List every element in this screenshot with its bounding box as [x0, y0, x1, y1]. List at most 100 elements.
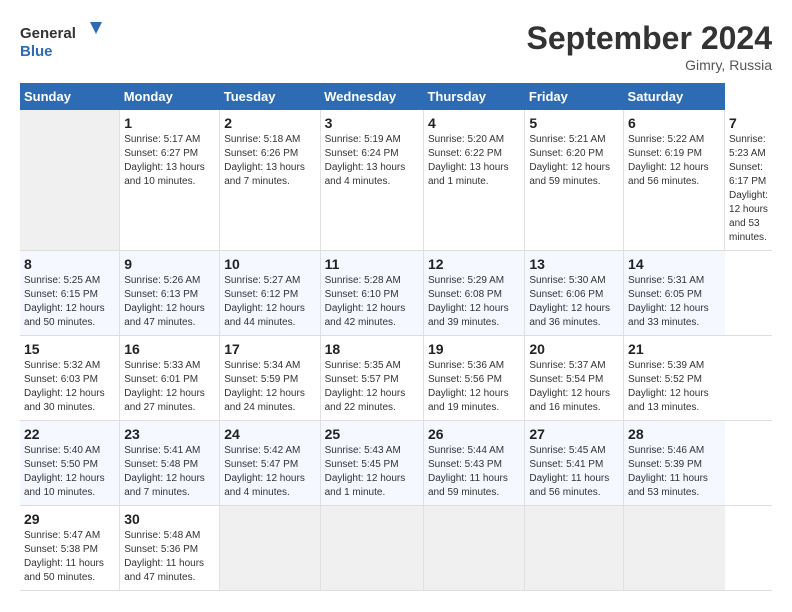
- col-monday: Monday: [120, 83, 220, 110]
- daylight: Daylight: 12 hours and 59 minutes.: [529, 162, 610, 187]
- calendar-cell: [423, 506, 524, 591]
- header-row: Sunday Monday Tuesday Wednesday Thursday…: [20, 83, 772, 110]
- calendar-week-1: 1 Sunrise: 5:17 AM Sunset: 6:27 PM Dayli…: [20, 110, 772, 251]
- daylight: Daylight: 12 hours and 22 minutes.: [325, 388, 406, 413]
- calendar-cell: 12 Sunrise: 5:29 AM Sunset: 6:08 PM Dayl…: [423, 251, 524, 336]
- day-number: 8: [24, 256, 115, 272]
- sunrise: Sunrise: 5:20 AM: [428, 134, 504, 145]
- day-number: 2: [224, 115, 315, 131]
- day-info: Sunrise: 5:42 AM Sunset: 5:47 PM Dayligh…: [224, 444, 315, 500]
- day-number: 29: [24, 511, 115, 527]
- sunset: Sunset: 5:45 PM: [325, 459, 399, 470]
- day-info: Sunrise: 5:32 AM Sunset: 6:03 PM Dayligh…: [24, 359, 115, 415]
- calendar-week-5: 29 Sunrise: 5:47 AM Sunset: 5:38 PM Dayl…: [20, 506, 772, 591]
- col-wednesday: Wednesday: [320, 83, 423, 110]
- sunrise: Sunrise: 5:19 AM: [325, 134, 401, 145]
- sunrise: Sunrise: 5:18 AM: [224, 134, 300, 145]
- calendar-cell: 19 Sunrise: 5:36 AM Sunset: 5:56 PM Dayl…: [423, 336, 524, 421]
- logo-general-text: General: [20, 25, 76, 42]
- calendar-cell: 10 Sunrise: 5:27 AM Sunset: 6:12 PM Dayl…: [220, 251, 320, 336]
- sunset: Sunset: 6:24 PM: [325, 148, 399, 159]
- calendar-cell: 17 Sunrise: 5:34 AM Sunset: 5:59 PM Dayl…: [220, 336, 320, 421]
- col-sunday: Sunday: [20, 83, 120, 110]
- sunrise: Sunrise: 5:28 AM: [325, 275, 401, 286]
- daylight: Daylight: 12 hours and 19 minutes.: [428, 388, 509, 413]
- calendar-cell: [20, 110, 120, 251]
- daylight: Daylight: 12 hours and 30 minutes.: [24, 388, 105, 413]
- calendar-cell: 27 Sunrise: 5:45 AM Sunset: 5:41 PM Dayl…: [525, 421, 624, 506]
- day-info: Sunrise: 5:39 AM Sunset: 5:52 PM Dayligh…: [628, 359, 720, 415]
- day-info: Sunrise: 5:21 AM Sunset: 6:20 PM Dayligh…: [529, 133, 619, 189]
- day-info: Sunrise: 5:34 AM Sunset: 5:59 PM Dayligh…: [224, 359, 315, 415]
- day-number: 7: [729, 115, 768, 131]
- sunset: Sunset: 6:20 PM: [529, 148, 603, 159]
- logo-svg: General Blue: [20, 20, 110, 60]
- daylight: Daylight: 13 hours and 1 minute.: [428, 162, 509, 187]
- sunset: Sunset: 5:38 PM: [24, 544, 98, 555]
- calendar-table: Sunday Monday Tuesday Wednesday Thursday…: [20, 83, 772, 591]
- sunset: Sunset: 5:52 PM: [628, 374, 702, 385]
- sunset: Sunset: 6:03 PM: [24, 374, 98, 385]
- day-number: 18: [325, 341, 419, 357]
- sunset: Sunset: 6:05 PM: [628, 289, 702, 300]
- sunset: Sunset: 6:27 PM: [124, 148, 198, 159]
- day-info: Sunrise: 5:33 AM Sunset: 6:01 PM Dayligh…: [124, 359, 215, 415]
- day-number: 28: [628, 426, 720, 442]
- col-tuesday: Tuesday: [220, 83, 320, 110]
- calendar-cell: [624, 506, 725, 591]
- day-info: Sunrise: 5:35 AM Sunset: 5:57 PM Dayligh…: [325, 359, 419, 415]
- daylight: Daylight: 12 hours and 47 minutes.: [124, 303, 205, 328]
- sunset: Sunset: 5:39 PM: [628, 459, 702, 470]
- day-number: 5: [529, 115, 619, 131]
- day-number: 16: [124, 341, 215, 357]
- calendar-week-2: 8 Sunrise: 5:25 AM Sunset: 6:15 PM Dayli…: [20, 251, 772, 336]
- sunrise: Sunrise: 5:32 AM: [24, 360, 100, 371]
- day-info: Sunrise: 5:29 AM Sunset: 6:08 PM Dayligh…: [428, 274, 520, 330]
- sunset: Sunset: 6:01 PM: [124, 374, 198, 385]
- sunrise: Sunrise: 5:26 AM: [124, 275, 200, 286]
- calendar-cell: 23 Sunrise: 5:41 AM Sunset: 5:48 PM Dayl…: [120, 421, 220, 506]
- day-number: 27: [529, 426, 619, 442]
- day-info: Sunrise: 5:18 AM Sunset: 6:26 PM Dayligh…: [224, 133, 315, 189]
- day-number: 1: [124, 115, 215, 131]
- day-number: 12: [428, 256, 520, 272]
- day-info: Sunrise: 5:47 AM Sunset: 5:38 PM Dayligh…: [24, 529, 115, 585]
- calendar-body: 1 Sunrise: 5:17 AM Sunset: 6:27 PM Dayli…: [20, 110, 772, 591]
- sunrise: Sunrise: 5:23 AM: [729, 134, 766, 159]
- day-info: Sunrise: 5:22 AM Sunset: 6:19 PM Dayligh…: [628, 133, 720, 189]
- calendar-cell: 5 Sunrise: 5:21 AM Sunset: 6:20 PM Dayli…: [525, 110, 624, 251]
- day-info: Sunrise: 5:17 AM Sunset: 6:27 PM Dayligh…: [124, 133, 215, 189]
- sunrise: Sunrise: 5:27 AM: [224, 275, 300, 286]
- calendar-cell: 21 Sunrise: 5:39 AM Sunset: 5:52 PM Dayl…: [624, 336, 725, 421]
- sunset: Sunset: 5:48 PM: [124, 459, 198, 470]
- sunset: Sunset: 6:12 PM: [224, 289, 298, 300]
- sunrise: Sunrise: 5:39 AM: [628, 360, 704, 371]
- col-thursday: Thursday: [423, 83, 524, 110]
- day-number: 17: [224, 341, 315, 357]
- sunset: Sunset: 5:56 PM: [428, 374, 502, 385]
- sunrise: Sunrise: 5:29 AM: [428, 275, 504, 286]
- calendar-cell: 25 Sunrise: 5:43 AM Sunset: 5:45 PM Dayl…: [320, 421, 423, 506]
- calendar-cell: 22 Sunrise: 5:40 AM Sunset: 5:50 PM Dayl…: [20, 421, 120, 506]
- sunrise: Sunrise: 5:45 AM: [529, 445, 605, 456]
- day-number: 21: [628, 341, 720, 357]
- daylight: Daylight: 13 hours and 7 minutes.: [224, 162, 305, 187]
- title-block: September 2024 Gimry, Russia: [527, 20, 772, 73]
- sunset: Sunset: 5:43 PM: [428, 459, 502, 470]
- calendar-cell: 14 Sunrise: 5:31 AM Sunset: 6:05 PM Dayl…: [624, 251, 725, 336]
- sunrise: Sunrise: 5:47 AM: [24, 530, 100, 541]
- sunset: Sunset: 6:17 PM: [729, 162, 766, 187]
- sunset: Sunset: 6:26 PM: [224, 148, 298, 159]
- day-info: Sunrise: 5:37 AM Sunset: 5:54 PM Dayligh…: [529, 359, 619, 415]
- calendar-cell: 6 Sunrise: 5:22 AM Sunset: 6:19 PM Dayli…: [624, 110, 725, 251]
- sunrise: Sunrise: 5:43 AM: [325, 445, 401, 456]
- day-info: Sunrise: 5:27 AM Sunset: 6:12 PM Dayligh…: [224, 274, 315, 330]
- sunset: Sunset: 5:36 PM: [124, 544, 198, 555]
- day-info: Sunrise: 5:19 AM Sunset: 6:24 PM Dayligh…: [325, 133, 419, 189]
- day-number: 22: [24, 426, 115, 442]
- daylight: Daylight: 12 hours and 56 minutes.: [628, 162, 709, 187]
- day-number: 15: [24, 341, 115, 357]
- calendar-cell: 4 Sunrise: 5:20 AM Sunset: 6:22 PM Dayli…: [423, 110, 524, 251]
- sunrise: Sunrise: 5:31 AM: [628, 275, 704, 286]
- day-number: 3: [325, 115, 419, 131]
